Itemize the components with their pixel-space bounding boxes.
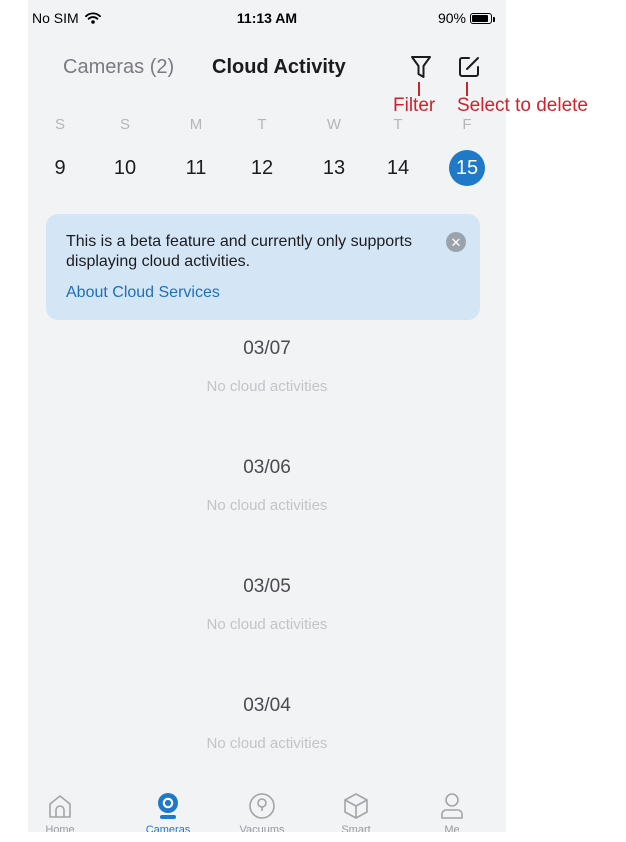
- date-row: 9 10 11 12 13 14 15: [28, 150, 506, 190]
- weekday-label: M: [189, 116, 203, 133]
- weekday-row: S S M T W T F: [28, 116, 506, 136]
- vacuum-icon: [249, 793, 275, 819]
- filter-icon: [411, 56, 431, 78]
- battery-percent: 90%: [437, 10, 466, 26]
- tabbar-label: Cameras: [145, 824, 191, 832]
- select-to-delete-annotation: Select to delete: [457, 95, 588, 116]
- day-group: 03/06 No cloud activities: [28, 449, 506, 568]
- tabbar-vacuums[interactable]: Vacuums: [227, 790, 297, 832]
- weekday-label: T: [257, 116, 267, 133]
- filter-button[interactable]: [406, 52, 436, 82]
- date-9[interactable]: 9: [42, 150, 78, 186]
- battery-fill: [472, 14, 489, 22]
- weekday-label: F: [462, 116, 472, 133]
- tabbar-label: Vacuums: [239, 824, 285, 832]
- date-14[interactable]: 14: [380, 150, 416, 186]
- day-group: 03/05 No cloud activities: [28, 568, 506, 687]
- tab-cameras[interactable]: Cameras (2): [63, 56, 174, 79]
- date-12[interactable]: 12: [244, 150, 280, 186]
- day-group: 03/07 No cloud activities: [28, 330, 506, 449]
- filter-annotation: Filter: [393, 95, 436, 116]
- date-13[interactable]: 13: [316, 150, 352, 186]
- date-10[interactable]: 10: [107, 150, 143, 186]
- day-date: 03/05: [243, 576, 291, 597]
- tabbar-me[interactable]: Me: [417, 790, 487, 832]
- battery-group: 90%: [437, 10, 495, 26]
- beta-info-banner: This is a beta feature and currently onl…: [46, 214, 480, 320]
- weekday-label: W: [326, 116, 342, 133]
- day-date: 03/07: [243, 338, 291, 359]
- select-to-delete-button[interactable]: [454, 52, 484, 82]
- home-icon: [49, 795, 71, 818]
- tabbar-label: Home: [45, 824, 75, 832]
- date-15-selected[interactable]: 15: [449, 150, 485, 186]
- camera-icon: [158, 793, 178, 819]
- status-time: 11:13 AM: [236, 10, 298, 26]
- tabbar-cameras[interactable]: Cameras: [133, 790, 203, 832]
- cube-icon: [344, 793, 368, 819]
- about-cloud-services-link[interactable]: About Cloud Services: [66, 284, 428, 302]
- status-bar: No SIM 11:13 AM 90%: [28, 0, 506, 36]
- day-date: 03/04: [243, 695, 291, 716]
- filter-annotation-line: [418, 82, 420, 96]
- tabbar-home[interactable]: Home: [28, 790, 95, 832]
- date-11[interactable]: 11: [178, 150, 214, 186]
- bottom-tab-bar: Home Cameras Vacuums Smart Me: [28, 784, 506, 832]
- tabbar-smart[interactable]: Smart: [321, 790, 391, 832]
- person-icon: [441, 793, 463, 819]
- battery-icon: [470, 12, 495, 24]
- empty-message: No cloud activities: [206, 378, 328, 395]
- edit-select-icon: [459, 57, 479, 77]
- header: Cameras (2) Cloud Activity: [28, 48, 506, 88]
- empty-message: No cloud activities: [206, 616, 328, 633]
- weekday-label: S: [54, 116, 65, 133]
- banner-text: This is a beta feature and currently onl…: [66, 233, 412, 270]
- tabbar-label: Smart: [341, 824, 371, 832]
- battery-cap: [493, 16, 495, 22]
- close-icon[interactable]: ✕: [446, 232, 466, 252]
- phone-screen: No SIM 11:13 AM 90% Cameras (2) Cloud Ac…: [28, 0, 506, 832]
- empty-message: No cloud activities: [206, 735, 328, 752]
- weekday-label: S: [119, 116, 130, 133]
- activity-feed: 03/07 No cloud activities 03/06 No cloud…: [28, 330, 506, 806]
- tabbar-label: Me: [444, 824, 460, 832]
- empty-message: No cloud activities: [206, 497, 328, 514]
- tab-cloud-activity[interactable]: Cloud Activity: [212, 56, 346, 79]
- weekday-label: T: [393, 116, 403, 133]
- delete-annotation-line: [466, 82, 468, 96]
- day-date: 03/06: [243, 457, 291, 478]
